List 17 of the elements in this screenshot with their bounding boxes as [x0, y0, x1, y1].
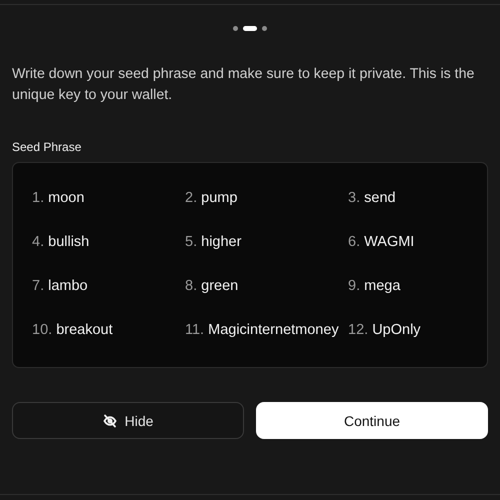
- seed-word: 7. lambo: [32, 278, 88, 294]
- seed-word: 12. UpOnly: [348, 322, 421, 338]
- seed-word: 4. bullish: [32, 234, 90, 250]
- seed-word: 6. WAGMI: [348, 234, 414, 250]
- seed-word: 8. green: [185, 278, 238, 294]
- seed-word: 2. pump: [185, 190, 238, 206]
- eye-slash-icon: [102, 414, 117, 428]
- seed-word: 1. moon: [32, 190, 84, 206]
- continue-button[interactable]: Continue: [256, 402, 488, 439]
- section-label: Seed Phrase: [12, 140, 82, 154]
- seed-word: 9. mega: [348, 278, 400, 294]
- instruction-text: Write down your seed phrase and make sure to keep it private. This is the unique key to your wallet.: [12, 65, 476, 105]
- seed-word: 10. breakout: [32, 322, 113, 338]
- seed-word: 3. send: [348, 190, 396, 206]
- seed-word: 11. Magicinternetmoney: [185, 322, 339, 338]
- hide-button[interactable]: Hide: [12, 402, 244, 439]
- seed-word: 5. higher: [185, 234, 242, 250]
